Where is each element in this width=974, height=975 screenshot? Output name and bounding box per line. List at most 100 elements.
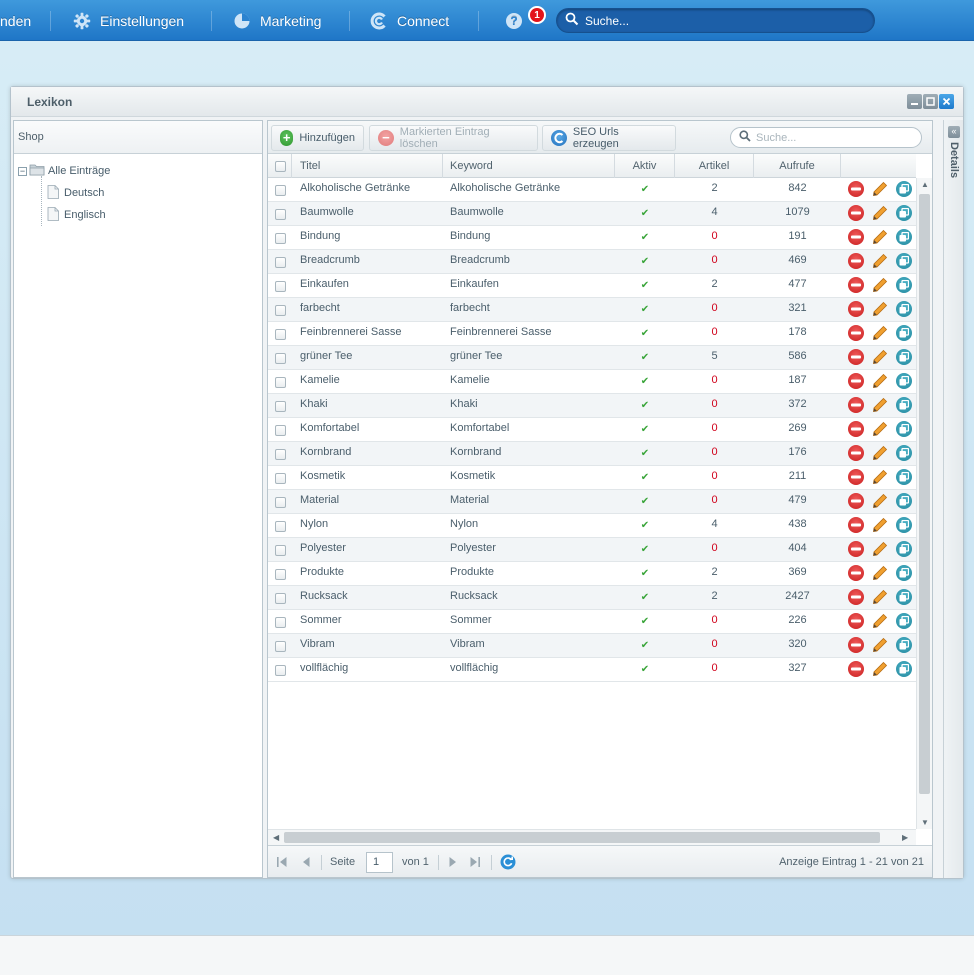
duplicate-row-icon[interactable]: [896, 181, 912, 197]
duplicate-row-icon[interactable]: [896, 277, 912, 293]
table-row[interactable]: farbecht farbecht ✔ 0 321: [268, 298, 916, 322]
delete-row-icon[interactable]: [848, 397, 864, 413]
row-checkbox[interactable]: [275, 425, 286, 436]
next-page-button[interactable]: [448, 846, 458, 878]
delete-row-icon[interactable]: [848, 181, 864, 197]
select-all-checkbox[interactable]: [275, 161, 286, 172]
row-checkbox[interactable]: [275, 281, 286, 292]
edit-row-icon[interactable]: [872, 541, 888, 557]
first-page-button[interactable]: [276, 846, 288, 878]
edit-row-icon[interactable]: [872, 229, 888, 245]
delete-row-icon[interactable]: [848, 637, 864, 653]
delete-row-icon[interactable]: [848, 469, 864, 485]
expand-panel-icon[interactable]: «: [948, 126, 960, 138]
table-row[interactable]: Material Material ✔ 0 479: [268, 490, 916, 514]
scroll-right-icon[interactable]: ▶: [902, 833, 908, 842]
row-checkbox[interactable]: [275, 617, 286, 628]
row-checkbox[interactable]: [275, 593, 286, 604]
row-checkbox[interactable]: [275, 665, 286, 676]
row-checkbox[interactable]: [275, 377, 286, 388]
add-button[interactable]: + Hinzufügen: [271, 125, 364, 151]
table-row[interactable]: grüner Tee grüner Tee ✔ 5 586: [268, 346, 916, 370]
duplicate-row-icon[interactable]: [896, 589, 912, 605]
edit-row-icon[interactable]: [872, 397, 888, 413]
details-side-panel[interactable]: « Details: [943, 120, 963, 878]
edit-row-icon[interactable]: [872, 421, 888, 437]
previous-page-button[interactable]: [301, 846, 311, 878]
edit-row-icon[interactable]: [872, 661, 888, 677]
delete-row-icon[interactable]: [848, 421, 864, 437]
table-row[interactable]: vollflächig vollflächig ✔ 0 327: [268, 658, 916, 682]
seo-urls-button[interactable]: SEO Urls erzeugen: [542, 125, 676, 151]
row-checkbox[interactable]: [275, 257, 286, 268]
vertical-scroll-thumb[interactable]: [919, 194, 930, 794]
column-header-views[interactable]: Aufrufe: [754, 154, 841, 178]
row-checkbox[interactable]: [275, 305, 286, 316]
table-row[interactable]: Komfortabel Komfortabel ✔ 0 269: [268, 418, 916, 442]
column-header-active[interactable]: Aktiv: [615, 154, 675, 178]
delete-row-icon[interactable]: [848, 445, 864, 461]
table-row[interactable]: Rucksack Rucksack ✔ 2 2427: [268, 586, 916, 610]
duplicate-row-icon[interactable]: [896, 541, 912, 557]
row-checkbox[interactable]: [275, 233, 286, 244]
duplicate-row-icon[interactable]: [896, 373, 912, 389]
row-checkbox[interactable]: [275, 521, 286, 532]
global-search[interactable]: [556, 8, 875, 33]
table-row[interactable]: Produkte Produkte ✔ 2 369: [268, 562, 916, 586]
column-header-articles[interactable]: Artikel: [675, 154, 754, 178]
row-checkbox[interactable]: [275, 497, 286, 508]
column-header-keyword[interactable]: Keyword: [443, 154, 615, 178]
duplicate-row-icon[interactable]: [896, 253, 912, 269]
minimize-button[interactable]: [907, 94, 922, 109]
delete-row-icon[interactable]: [848, 205, 864, 221]
grid-search[interactable]: [730, 127, 922, 148]
close-button[interactable]: [939, 94, 954, 109]
duplicate-row-icon[interactable]: [896, 301, 912, 317]
table-row[interactable]: Polyester Polyester ✔ 0 404: [268, 538, 916, 562]
edit-row-icon[interactable]: [872, 637, 888, 653]
duplicate-row-icon[interactable]: [896, 493, 912, 509]
duplicate-row-icon[interactable]: [896, 637, 912, 653]
edit-row-icon[interactable]: [872, 373, 888, 389]
edit-row-icon[interactable]: [872, 613, 888, 629]
delete-row-icon[interactable]: [848, 325, 864, 341]
table-row[interactable]: Kamelie Kamelie ✔ 0 187: [268, 370, 916, 394]
row-checkbox[interactable]: [275, 185, 286, 196]
duplicate-row-icon[interactable]: [896, 349, 912, 365]
maximize-button[interactable]: [923, 94, 938, 109]
edit-row-icon[interactable]: [872, 277, 888, 293]
window-header[interactable]: Lexikon: [11, 87, 963, 117]
row-checkbox[interactable]: [275, 473, 286, 484]
row-checkbox[interactable]: [275, 545, 286, 556]
edit-row-icon[interactable]: [872, 469, 888, 485]
collapse-icon[interactable]: −: [18, 166, 27, 176]
table-row[interactable]: Einkaufen Einkaufen ✔ 2 477: [268, 274, 916, 298]
delete-row-icon[interactable]: [848, 277, 864, 293]
help-button[interactable]: ?: [505, 0, 532, 41]
nav-item-partial[interactable]: nden: [0, 0, 31, 41]
delete-row-icon[interactable]: [848, 301, 864, 317]
scroll-up-icon[interactable]: ▲: [921, 180, 929, 189]
nav-item-connect[interactable]: Connect: [370, 0, 449, 41]
delete-row-icon[interactable]: [848, 661, 864, 677]
delete-row-icon[interactable]: [848, 589, 864, 605]
duplicate-row-icon[interactable]: [896, 397, 912, 413]
table-row[interactable]: Bindung Bindung ✔ 0 191: [268, 226, 916, 250]
row-checkbox[interactable]: [275, 449, 286, 460]
tree-node-englisch[interactable]: Englisch: [14, 204, 262, 226]
row-checkbox[interactable]: [275, 209, 286, 220]
duplicate-row-icon[interactable]: [896, 661, 912, 677]
edit-row-icon[interactable]: [872, 205, 888, 221]
table-row[interactable]: Khaki Khaki ✔ 0 372: [268, 394, 916, 418]
delete-selected-button[interactable]: − Markierten Eintrag löschen: [369, 125, 538, 151]
duplicate-row-icon[interactable]: [896, 205, 912, 221]
table-row[interactable]: Breadcrumb Breadcrumb ✔ 0 469: [268, 250, 916, 274]
duplicate-row-icon[interactable]: [896, 229, 912, 245]
table-row[interactable]: Kosmetik Kosmetik ✔ 0 211: [268, 466, 916, 490]
tree-node-deutsch[interactable]: Deutsch: [14, 182, 262, 204]
duplicate-row-icon[interactable]: [896, 421, 912, 437]
scroll-down-icon[interactable]: ▼: [921, 818, 929, 827]
delete-row-icon[interactable]: [848, 373, 864, 389]
duplicate-row-icon[interactable]: [896, 469, 912, 485]
table-row[interactable]: Sommer Sommer ✔ 0 226: [268, 610, 916, 634]
